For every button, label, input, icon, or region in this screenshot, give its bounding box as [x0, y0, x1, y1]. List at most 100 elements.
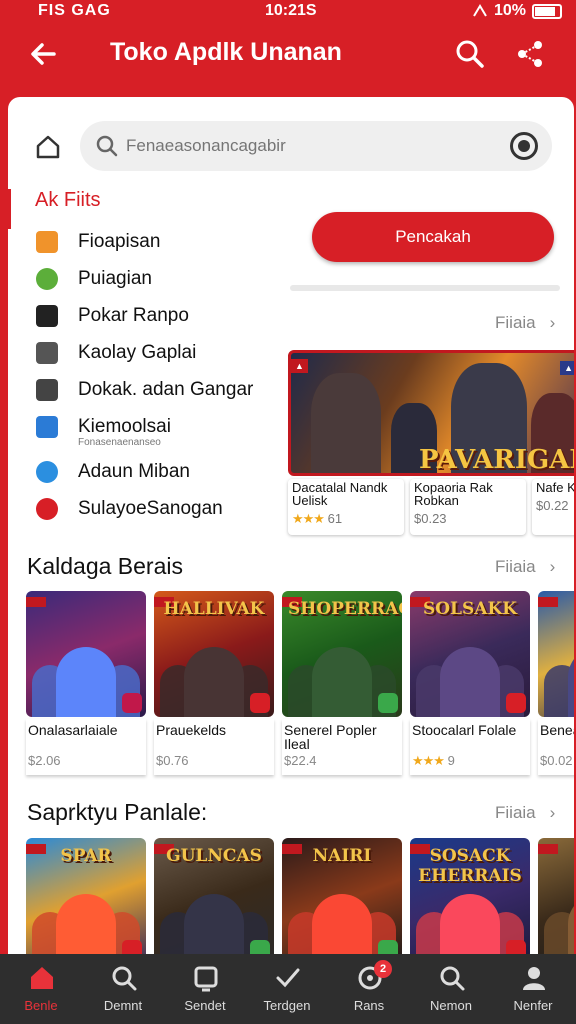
featured-tag: ▲ [560, 361, 574, 375]
nav-item[interactable]: Rans 2 [328, 954, 410, 1024]
nav-label: Benle [24, 998, 58, 1013]
game-artwork: GULNCAS [154, 838, 274, 957]
nav-label: Rans [353, 998, 385, 1013]
grey-square-icon [36, 341, 58, 364]
game-info: Senerel Popler Ileal $22.4 [282, 719, 402, 775]
nav-item[interactable]: Benle [0, 954, 82, 1024]
game-tile[interactable]: HALLIVAK Prauekelds $0.76 [154, 591, 274, 775]
filter-label: SulayoeSanogan [78, 497, 223, 519]
featured-more-link[interactable]: Fiiaia › [495, 313, 555, 333]
search-icon[interactable] [452, 36, 488, 72]
character-figure [56, 647, 116, 717]
game-tile[interactable]: SPAR [26, 838, 146, 957]
game-tile[interactable]: SOLSAKK Stoocalarl Folale ★★★ 9 [410, 591, 530, 775]
character-figure [312, 647, 372, 717]
check-icon [276, 968, 300, 988]
featured-card[interactable]: Nafe Kohi $0.22 [532, 479, 574, 535]
page-title: Toko Apdlk Unanan [110, 38, 342, 66]
platform-badge-icon [250, 693, 270, 713]
character-figure [568, 647, 574, 717]
game-title: Senerel Popler Ileal [284, 723, 377, 752]
filter-item[interactable]: Puiagian [36, 260, 306, 297]
game-tile[interactable] [538, 838, 574, 957]
rating-stars: ★★★ [412, 753, 445, 768]
back-arrow-icon[interactable] [26, 36, 62, 72]
nav-item[interactable]: Nemon [410, 954, 492, 1024]
filter-label: Pokar Ranpo [78, 304, 189, 326]
featured-card-price: $0.23 [414, 511, 447, 526]
controller-icon[interactable] [510, 132, 538, 160]
game-tile[interactable]: SOSACK EHERRAIS [410, 838, 530, 957]
filters-accent-bar [8, 189, 11, 229]
featured-card-meta: $0.23 [414, 511, 522, 526]
nav-item[interactable]: Demnt [82, 954, 164, 1024]
game-tile[interactable]: GULNCAS [154, 838, 274, 957]
filter-item[interactable]: Fioapisan [36, 223, 306, 260]
nav-label: Demnt [103, 998, 143, 1013]
game-price: $2.06 [28, 753, 61, 768]
section-more-link[interactable]: Fiiaia › [495, 557, 555, 577]
filter-item[interactable]: Dokak. adan Gangar [36, 371, 306, 408]
game-artwork: SHOPERRAC [282, 591, 402, 717]
filter-item[interactable]: Pokar Ranpo [36, 297, 306, 334]
nav-item[interactable]: Nenfer [492, 954, 574, 1024]
featured-card-price: $0.22 [536, 498, 569, 513]
character-figure [312, 894, 372, 957]
home-outline-icon[interactable] [34, 133, 62, 161]
filter-item[interactable]: SulayoeSanogan [36, 490, 306, 527]
search-icon [440, 966, 465, 991]
game-tile[interactable]: NK Benea Scerf $0.02 [538, 591, 574, 775]
game-logo: SOLSAKK [422, 599, 518, 619]
featured-card-meta: ★★★ 61 [292, 511, 400, 527]
section-more-link[interactable]: Fiiaia › [495, 803, 555, 823]
game-meta: ★★★ 9 [412, 753, 528, 769]
game-price: $0.02 [540, 753, 573, 768]
filter-item[interactable]: Adaun Miban [36, 453, 306, 490]
game-tile[interactable]: SHOPERRAC Senerel Popler Ileal $22.4 [282, 591, 402, 775]
game-meta: $0.76 [156, 753, 272, 768]
featured-card[interactable]: Dacatalal Nandk Uelisk ★★★ 61 [288, 479, 404, 535]
status-bar: FIS GAG 10:21S 10% [0, 0, 576, 24]
search-input[interactable] [126, 131, 496, 161]
platform-badge-icon [378, 693, 398, 713]
game-tile[interactable]: NAIRI [282, 838, 402, 957]
rating-stars: ★★★ [292, 511, 325, 526]
filter-label: Fioapisan [78, 230, 161, 252]
primary-action-button[interactable]: Pencakah [312, 212, 554, 262]
filter-item[interactable]: Kiemoolsai [36, 408, 306, 445]
platform-badge-icon [506, 693, 526, 713]
game-logo: SPAR [60, 846, 112, 866]
game-artwork: SOSACK EHERRAIS [410, 838, 530, 957]
nav-item[interactable]: Sendet [164, 954, 246, 1024]
ribbon-tag [26, 597, 46, 607]
game-artwork: NK [538, 591, 574, 717]
carrier-text: FIS GAG [38, 2, 111, 19]
filter-list: Fioapisan Puiagian Pokar Ranpo Kaolay Gapla… [36, 223, 306, 527]
chevron-right-icon: › [549, 313, 556, 332]
signal-icon [473, 4, 487, 17]
game-row: SPAR GULNCAS NAIRI SOSACK EHERRAIS [26, 838, 574, 957]
ribbon-tag [538, 844, 558, 854]
checkbox-icon [36, 415, 58, 438]
game-price: $22.4 [284, 753, 317, 768]
game-artwork: NAIRI [282, 838, 402, 957]
home-icon [31, 967, 53, 989]
game-artwork: SPAR [26, 838, 146, 957]
clock-text: 10:21S [265, 2, 317, 19]
green-circle-icon [36, 267, 58, 290]
character-figure [440, 647, 500, 717]
filter-item[interactable]: Kaolay Gaplai [36, 334, 306, 371]
game-logo: HALLIVAK [163, 599, 265, 619]
square-icon [194, 966, 218, 992]
featured-card[interactable]: Kopaoria Rak Robkan $0.23 [410, 479, 526, 535]
featured-banner[interactable]: ▲ ▲ PAVARIGAN [288, 350, 574, 476]
section-title: Saprktyu Panlale: [27, 799, 208, 825]
game-price: 9 [447, 753, 455, 768]
search-bar[interactable] [80, 121, 552, 171]
share-icon[interactable] [512, 36, 548, 72]
game-artwork: SOLSAKK [410, 591, 530, 717]
game-tile[interactable]: Onalasarlaiale $2.06 [26, 591, 146, 775]
game-title: Prauekelds [156, 723, 227, 738]
nav-item[interactable]: Terdgen [246, 954, 328, 1024]
more-label: Fiiaia [495, 557, 536, 576]
